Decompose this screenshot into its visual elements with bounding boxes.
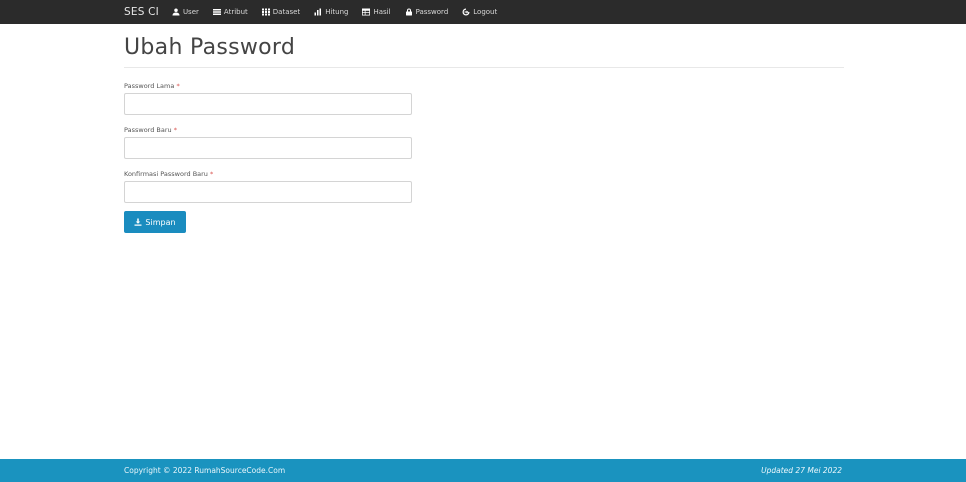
copyright-text: Copyright © 2022 RumahSourceCode.Com bbox=[124, 466, 286, 475]
table-icon bbox=[362, 8, 371, 16]
old-password-input[interactable] bbox=[124, 93, 412, 115]
confirm-password-input[interactable] bbox=[124, 181, 412, 203]
new-password-input[interactable] bbox=[124, 137, 412, 159]
stats-icon bbox=[314, 8, 322, 16]
page-title: Ubah Password bbox=[124, 35, 296, 60]
nav-item-dataset[interactable]: Dataset bbox=[261, 8, 301, 16]
updated-text: Updated 27 Mei 2022 bbox=[761, 466, 842, 475]
nav-item-password[interactable]: Password bbox=[405, 8, 449, 16]
nav-item-logout[interactable]: Logout bbox=[462, 8, 497, 16]
top-navbar: SES CI User Atribut Dataset Hitung Hasil… bbox=[0, 0, 966, 24]
navbar-brand[interactable]: SES CI bbox=[124, 6, 159, 18]
save-button-label: Simpan bbox=[145, 217, 176, 227]
nav-item-label: Logout bbox=[473, 8, 498, 16]
download-icon bbox=[134, 218, 142, 226]
grid-icon bbox=[261, 8, 270, 16]
nav-item-label: Password bbox=[415, 8, 449, 16]
nav-item-label: Atribut bbox=[223, 8, 248, 16]
nav-item-label: Dataset bbox=[272, 8, 301, 16]
title-divider bbox=[124, 67, 844, 68]
required-mark: * bbox=[176, 82, 180, 90]
lock-icon bbox=[405, 8, 412, 16]
nav-item-label: User bbox=[182, 8, 199, 16]
required-mark: * bbox=[173, 126, 177, 134]
new-password-label-text: Password Baru bbox=[124, 126, 172, 134]
confirm-password-label: Konfirmasi Password Baru * bbox=[124, 170, 213, 178]
nav-item-hasil[interactable]: Hasil bbox=[362, 8, 391, 16]
save-button[interactable]: Simpan bbox=[124, 211, 186, 233]
footer: Copyright © 2022 RumahSourceCode.Com Upd… bbox=[0, 459, 966, 482]
new-password-label: Password Baru * bbox=[124, 126, 177, 134]
logout-icon bbox=[462, 8, 470, 16]
navbar-menu: SES CI User Atribut Dataset Hitung Hasil… bbox=[124, 0, 511, 24]
nav-item-hitung[interactable]: Hitung bbox=[314, 8, 348, 16]
nav-item-label: Hasil bbox=[373, 8, 391, 16]
old-password-label: Password Lama * bbox=[124, 82, 180, 90]
user-icon bbox=[172, 8, 180, 16]
nav-item-atribut[interactable]: Atribut bbox=[212, 8, 248, 16]
nav-item-user[interactable]: User bbox=[172, 8, 199, 16]
list-icon bbox=[212, 9, 221, 15]
old-password-label-text: Password Lama bbox=[124, 82, 175, 90]
nav-item-label: Hitung bbox=[325, 8, 349, 16]
confirm-password-label-text: Konfirmasi Password Baru bbox=[124, 170, 208, 178]
required-mark: * bbox=[210, 170, 214, 178]
